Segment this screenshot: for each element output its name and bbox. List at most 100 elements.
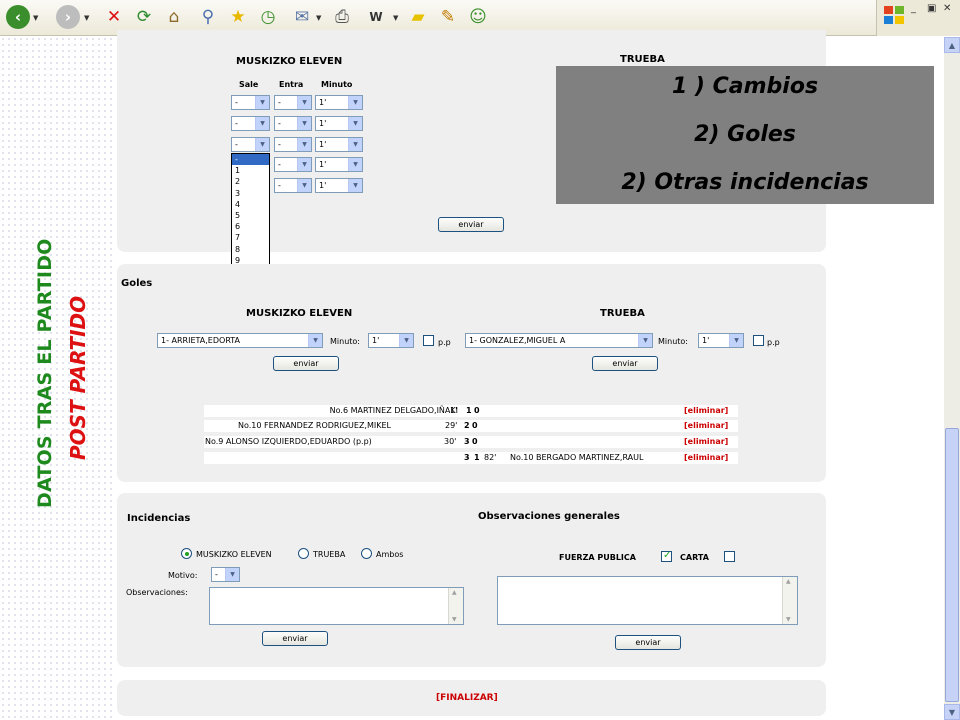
history-icon[interactable]: ◷: [256, 5, 280, 29]
minuto-select-1[interactable]: 1' ▼: [315, 95, 363, 110]
refresh-icon[interactable]: ⟳: [132, 5, 156, 29]
col-minuto: Minuto: [321, 80, 353, 89]
delete-goal-link[interactable]: [eliminar]: [684, 436, 728, 448]
sale-select-2[interactable]: - ▼: [231, 116, 270, 131]
minuto-select-2[interactable]: 1' ▼: [315, 116, 363, 131]
dropdown-option[interactable]: 1: [232, 165, 269, 176]
radio-ambos-label: Ambos: [376, 550, 404, 559]
dropdown-option[interactable]: 3: [232, 188, 269, 199]
chevron-down-icon: ▼: [348, 117, 362, 130]
windows-logo-icon: [884, 6, 904, 24]
col-entra: Entra: [279, 80, 304, 89]
sale-value: -: [235, 119, 238, 128]
minuto-select-3[interactable]: 1' ▼: [315, 137, 363, 152]
scroll-down-icon[interactable]: ▼: [944, 704, 960, 720]
cambios-team-left: MUSKIZKO ELEVEN: [236, 56, 343, 67]
entra-select-3[interactable]: - ▼: [274, 137, 312, 152]
dropdown-option[interactable]: 5: [232, 210, 269, 221]
goles-right-pp-label: p.p: [767, 338, 780, 347]
goles-right-minuto-select[interactable]: 1' ▼: [698, 333, 744, 348]
mail-icon[interactable]: ✉: [290, 5, 314, 29]
close-icon[interactable]: ✕: [943, 3, 951, 14]
dropdown-option[interactable]: 8: [232, 244, 269, 255]
sale-select-1[interactable]: - ▼: [231, 95, 270, 110]
entra-select-5[interactable]: - ▼: [274, 178, 312, 193]
incidencias-send-button[interactable]: enviar: [262, 631, 328, 646]
goles-left-pp-checkbox[interactable]: [423, 335, 434, 346]
chevron-down-icon: ▼: [255, 138, 269, 151]
search-icon[interactable]: ⚲: [196, 5, 220, 29]
cambios-send-button[interactable]: enviar: [438, 217, 504, 232]
scrollbar-thumb[interactable]: [945, 428, 959, 702]
sale-select-3[interactable]: - ▼: [231, 137, 270, 152]
entra-select-2[interactable]: - ▼: [274, 116, 312, 131]
forward-icon[interactable]: ›: [56, 5, 80, 29]
home-icon[interactable]: ⌂: [162, 5, 186, 29]
back-dropdown-icon[interactable]: ▼: [33, 14, 38, 22]
delete-goal-link[interactable]: [eliminar]: [684, 405, 728, 417]
radio-muskizko[interactable]: [181, 548, 192, 559]
minuto-select-5[interactable]: 1' ▼: [315, 178, 363, 193]
dropdown-option[interactable]: 6: [232, 221, 269, 232]
goles-left-player-select[interactable]: 1- ARRIETA,EDORTA ▼: [157, 333, 323, 348]
minuto-select-4[interactable]: 1' ▼: [315, 157, 363, 172]
window-controls: _ ▣ ✕: [876, 0, 960, 36]
finalizar-link[interactable]: [FINALIZAR]: [436, 693, 498, 703]
chevron-down-icon: ▼: [308, 334, 322, 347]
mail-dropdown-icon[interactable]: ▼: [316, 14, 321, 22]
delete-goal-link[interactable]: [eliminar]: [684, 420, 728, 432]
dropdown-option[interactable]: -: [232, 154, 269, 166]
favorites-icon[interactable]: ★: [226, 5, 250, 29]
goles-left-minuto-select[interactable]: 1' ▼: [368, 333, 414, 348]
minimize-icon[interactable]: _: [911, 3, 916, 14]
goles-right-player-select[interactable]: 1- GONZALEZ,MIGUEL A ▼: [465, 333, 653, 348]
radio-trueba[interactable]: [298, 548, 309, 559]
chevron-down-icon: ▼: [225, 568, 239, 581]
back-icon[interactable]: ‹: [6, 5, 30, 29]
goal-score-away: 1: [474, 453, 480, 462]
fuerza-publica-checkbox[interactable]: [661, 550, 672, 562]
dropdown-option[interactable]: 4: [232, 199, 269, 210]
observaciones-generales-textarea[interactable]: [497, 576, 798, 625]
goles-team-left: MUSKIZKO ELEVEN: [246, 308, 353, 319]
research-icon[interactable]: ✎: [436, 5, 460, 29]
note-icon[interactable]: ▰: [406, 5, 430, 29]
observaciones-send-button[interactable]: enviar: [615, 635, 681, 650]
goal-row: [204, 452, 738, 464]
fuerza-publica-label: FUERZA PUBLICA: [559, 553, 636, 562]
minuto-value: 1': [319, 98, 327, 107]
carta-checkbox[interactable]: [724, 551, 735, 562]
restore-icon[interactable]: ▣: [927, 3, 936, 14]
edit-dropdown-icon[interactable]: ▼: [393, 14, 398, 22]
goles-right-pp-checkbox[interactable]: [753, 335, 764, 346]
scroll-up-icon[interactable]: ▲: [944, 37, 960, 53]
messenger-icon[interactable]: ☺: [466, 5, 490, 29]
textarea-scrollbar[interactable]: [782, 577, 797, 624]
goles-left-send-button[interactable]: enviar: [273, 356, 339, 371]
goal-score-home: 2: [464, 421, 470, 430]
entra-select-1[interactable]: - ▼: [274, 95, 312, 110]
chevron-down-icon: ▼: [255, 117, 269, 130]
entra-value: -: [278, 160, 281, 169]
word-icon[interactable]: W: [364, 5, 388, 29]
dropdown-option[interactable]: 2: [232, 176, 269, 187]
chevron-down-icon: ▼: [297, 117, 311, 130]
goal-minute: 29': [445, 421, 458, 430]
chevron-down-icon: ▼: [348, 138, 362, 151]
dropdown-option[interactable]: 7: [232, 232, 269, 243]
delete-goal-link[interactable]: [eliminar]: [684, 452, 728, 464]
goal-minute: 1': [450, 406, 458, 415]
goal-minute: 30': [444, 437, 457, 446]
radio-ambos[interactable]: [361, 548, 372, 559]
topics-overlay: 1 ) Cambios 2) Goles 2) Otras incidencia…: [556, 66, 934, 204]
entra-select-4[interactable]: - ▼: [274, 157, 312, 172]
stop-icon[interactable]: ✕: [102, 5, 126, 29]
overlay-line-3: 2) Otras incidencias: [621, 170, 869, 195]
motivo-select[interactable]: - ▼: [211, 567, 240, 582]
forward-dropdown-icon[interactable]: ▼: [84, 14, 89, 22]
goles-right-send-button[interactable]: enviar: [592, 356, 658, 371]
chevron-down-icon: ▼: [348, 158, 362, 171]
print-icon[interactable]: ⎙: [330, 5, 354, 29]
incidencias-observaciones-textarea[interactable]: [209, 587, 464, 625]
textarea-scrollbar[interactable]: [448, 588, 463, 624]
